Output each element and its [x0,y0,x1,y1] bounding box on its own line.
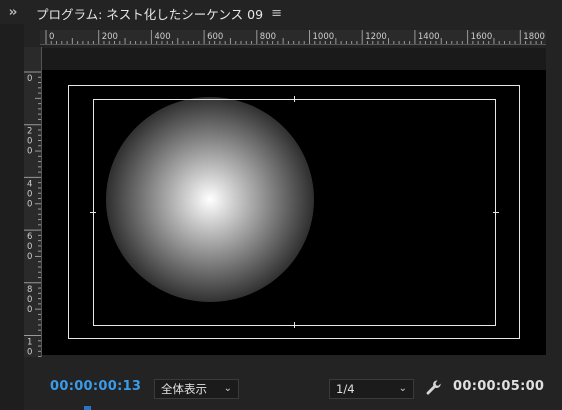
playback-controls: 00:00:00:13 全体表示 ⌄ 1/4 ⌄ 00:00:05:00 [0,356,562,410]
current-timecode[interactable]: 00:00:00:13 [50,379,141,394]
zoom-value: 全体表示 [161,382,207,396]
ruler-label: 400 [154,32,170,42]
ruler-label: 200 [102,32,118,42]
ruler-label: 800 [260,32,276,42]
playhead-marker[interactable] [84,406,91,410]
double-chevron-right-icon: ›› [8,4,18,20]
ruler-label: 1400 [418,32,440,42]
ruler-label: 1800 [523,32,545,42]
vertical-ruler: 0 200 400 600 800 1000 [24,47,42,357]
duration-timecode: 00:00:05:00 [453,379,545,394]
safe-tick-top [294,96,295,102]
safe-tick-right [493,212,499,213]
resolution-value: 1/4 [336,382,355,396]
horizontal-ruler: 0 200 400 600 800 1000 1200 1400 1600 1800 [40,30,546,45]
ruler-label: 600 [27,232,32,262]
left-panel-strip [0,24,24,410]
ruler-label: 600 [207,32,223,42]
ruler-label: 200 [27,127,32,157]
resolution-dropdown[interactable]: 1/4 ⌄ [329,379,414,399]
panel-title[interactable]: プログラム: ネスト化したシーケンス 09 [36,4,263,23]
ruler-label: 1000 [27,338,32,358]
ruler-label: 400 [27,179,32,209]
expand-panels-button[interactable]: ›› [0,0,24,24]
ruler-label: 1600 [471,32,493,42]
ruler-label: 800 [27,285,32,315]
safe-tick-left [90,212,96,213]
chevron-down-icon: ⌄ [223,383,232,394]
zoom-dropdown[interactable]: 全体表示 ⌄ [154,379,239,399]
ruler-label: 0 [27,74,32,84]
safe-tick-bottom [294,322,295,328]
hamburger-icon[interactable]: ≡ [271,6,282,21]
wrench-icon[interactable] [424,378,444,398]
ruler-label: 0 [49,32,54,42]
title-safe-margin [93,99,496,326]
panel-header: プログラム: ネスト化したシーケンス 09 ≡ [24,0,562,26]
ruler-label: 1000 [313,32,335,42]
ruler-label: 1200 [365,32,387,42]
chevron-down-icon: ⌄ [398,383,407,394]
